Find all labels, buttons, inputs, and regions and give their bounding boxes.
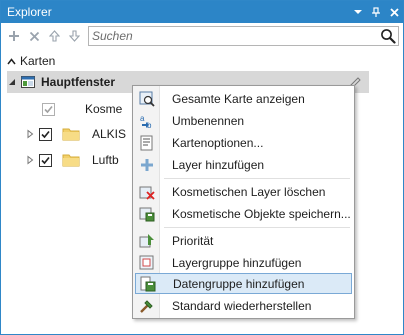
panel-title: Explorer xyxy=(7,5,52,19)
layer-row-luftbild[interactable]: Luftb xyxy=(25,149,145,171)
layer-checkbox[interactable] xyxy=(39,153,52,167)
folder-icon xyxy=(62,128,80,141)
layer-checkbox[interactable] xyxy=(42,102,55,116)
zoom-extent-icon xyxy=(139,91,155,107)
explorer-panel: Explorer Kar xyxy=(0,0,404,335)
add-data-group-icon xyxy=(140,276,156,292)
rename-icon: ab xyxy=(139,113,155,129)
menu-item-map-options[interactable]: Kartenoptionen... xyxy=(135,132,352,153)
menu-item-zoom-extent[interactable]: Gesamte Karte anzeigen xyxy=(135,88,352,109)
menu-item-label: Standard wiederherstellen xyxy=(172,298,312,313)
section-header-karten[interactable]: Karten xyxy=(7,53,55,69)
save-cosmetic-objects-icon xyxy=(139,206,155,222)
priority-icon xyxy=(139,233,155,249)
explorer-toolbar xyxy=(1,23,403,49)
expanded-arrow-icon[interactable] xyxy=(7,77,17,87)
close-icon[interactable] xyxy=(385,1,403,23)
collapse-caret-icon[interactable] xyxy=(7,57,16,66)
svg-text:a: a xyxy=(140,114,145,123)
map-label: Hauptfenster xyxy=(41,75,116,89)
layer-label: Luftb xyxy=(92,153,119,167)
title-bar: Explorer xyxy=(1,1,403,23)
menu-item-label: Kosmetischen Layer löschen xyxy=(172,184,326,199)
chevron-down-icon[interactable] xyxy=(349,1,367,23)
pin-icon[interactable] xyxy=(367,1,385,23)
layer-row-alkis[interactable]: ALKIS xyxy=(25,123,145,145)
search-box xyxy=(88,26,399,46)
menu-item-label: Datengruppe hinzufügen xyxy=(173,276,305,291)
layer-row-kosmetisch[interactable]: Kosme xyxy=(42,98,142,120)
collapsed-arrow-icon[interactable] xyxy=(25,129,35,139)
menu-item-label: Umbenennen xyxy=(172,113,245,128)
map-options-icon xyxy=(139,135,155,151)
menu-item-label: Layergruppe hinzufügen xyxy=(172,255,302,270)
arrow-up-icon[interactable] xyxy=(45,27,63,45)
menu-item-save-cosmetic-objects[interactable]: Kosmetische Objekte speichern... xyxy=(135,203,352,224)
menu-item-label: Kosmetische Objekte speichern... xyxy=(172,206,351,221)
delete-icon[interactable] xyxy=(25,27,43,45)
folder-icon xyxy=(62,154,80,167)
menu-item-delete-cosmetic-layer[interactable]: Kosmetischen Layer löschen xyxy=(135,181,352,202)
context-menu: Gesamte Karte anzeigen ab Umbenennen Kar… xyxy=(132,85,355,319)
menu-item-add-layer[interactable]: Layer hinzufügen xyxy=(135,154,352,175)
menu-separator xyxy=(164,178,350,179)
menu-item-label: Layer hinzufügen xyxy=(172,157,265,172)
arrow-down-icon[interactable] xyxy=(65,27,83,45)
search-icon[interactable] xyxy=(380,28,396,44)
menu-item-rename[interactable]: ab Umbenennen xyxy=(135,110,352,131)
add-layer-icon xyxy=(139,157,155,173)
layer-checkbox[interactable] xyxy=(39,127,52,141)
map-window-icon xyxy=(21,76,35,88)
menu-item-priority[interactable]: Priorität xyxy=(135,230,352,251)
section-label: Karten xyxy=(20,54,56,68)
delete-cosmetic-layer-icon xyxy=(139,184,155,200)
search-input[interactable] xyxy=(89,27,374,45)
menu-separator xyxy=(164,227,350,228)
collapsed-arrow-icon[interactable] xyxy=(25,155,35,165)
menu-item-label: Kartenoptionen... xyxy=(172,135,264,150)
add-layer-group-icon xyxy=(139,255,155,271)
menu-item-label: Priorität xyxy=(172,233,214,248)
menu-item-label: Gesamte Karte anzeigen xyxy=(172,91,305,106)
restore-default-icon xyxy=(139,298,155,314)
menu-item-add-data-group[interactable]: Datengruppe hinzufügen xyxy=(135,273,352,294)
add-icon[interactable] xyxy=(5,27,23,45)
menu-item-restore-default[interactable]: Standard wiederherstellen xyxy=(135,295,352,316)
menu-item-add-layer-group[interactable]: Layergruppe hinzufügen xyxy=(135,252,352,273)
layer-label: ALKIS xyxy=(92,127,127,141)
layer-label: Kosme xyxy=(85,102,123,116)
